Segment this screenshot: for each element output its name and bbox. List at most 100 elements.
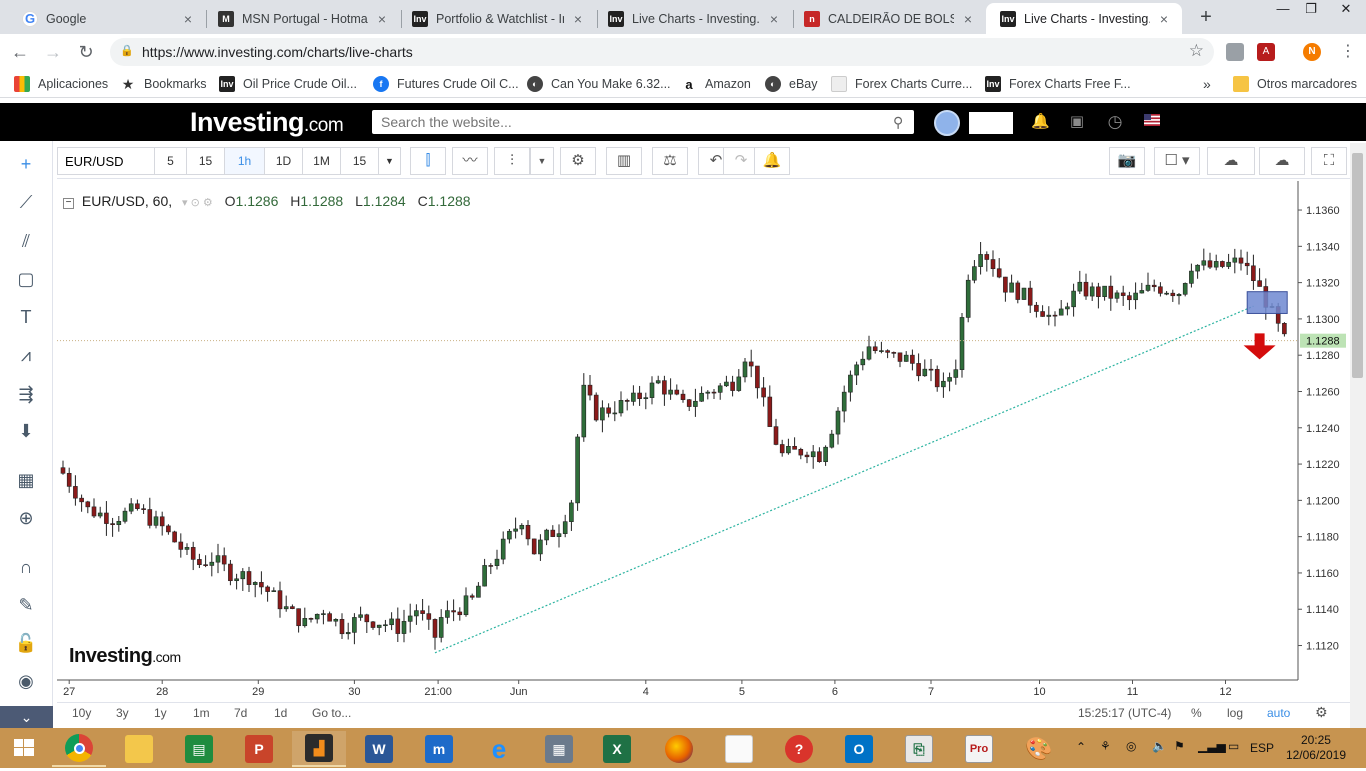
interval-1m[interactable]: 1M: [303, 147, 341, 175]
stay-in-drawing-pencil-icon[interactable]: ✎: [13, 592, 39, 618]
cloud-save-icon[interactable]: ☁: [1259, 147, 1305, 175]
eye-visibility-icon[interactable]: ◉: [13, 668, 39, 694]
pdf-extension-icon[interactable]: A: [1257, 43, 1275, 61]
taskbar-maxthon[interactable]: m: [412, 731, 466, 767]
line-chart-type-icon[interactable]: 〰: [452, 147, 488, 175]
interval-15[interactable]: 15: [187, 147, 225, 175]
compare-scale-icon[interactable]: ⚖: [652, 147, 688, 175]
bookmark-forex-charts[interactable]: Forex Charts Curre...: [831, 75, 972, 93]
down-arrow-icon[interactable]: ⬇: [13, 418, 39, 444]
interval-5[interactable]: 5: [155, 147, 187, 175]
profile-avatar[interactable]: N: [1303, 43, 1321, 61]
pattern-icon[interactable]: ⩘: [13, 342, 39, 368]
indicators-icon[interactable]: ▥: [606, 147, 642, 175]
prediction-icon[interactable]: ⇶: [13, 381, 39, 407]
bookmark-forex-free[interactable]: Inv Forex Charts Free F...: [985, 75, 1131, 93]
zoom-in-icon[interactable]: ⊕: [13, 505, 39, 531]
close-icon[interactable]: ×: [180, 11, 196, 27]
bookmark-star-icon[interactable]: ☆: [1189, 41, 1204, 61]
fullscreen-icon[interactable]: ⛶: [1311, 147, 1347, 175]
taskbar-excel[interactable]: X: [590, 731, 644, 767]
interval-dropdown-chevron-down-icon[interactable]: ▼: [379, 147, 401, 175]
crosshair-icon[interactable]: +: [13, 151, 39, 177]
go-to-date-button[interactable]: Go to...: [312, 706, 351, 720]
battery-icon[interactable]: ▭: [1228, 739, 1239, 753]
rectangle-shape-icon[interactable]: ▢: [13, 266, 39, 292]
site-search-input[interactable]: [372, 110, 914, 134]
pitchfork-icon[interactable]: ⫽: [13, 228, 39, 254]
bookmark-oil-price[interactable]: Inv Oil Price Crude Oil...: [219, 75, 357, 93]
taskbar-internet-explorer[interactable]: e: [472, 731, 526, 767]
taskbar-pro-app[interactable]: Pro: [952, 731, 1006, 767]
bookmark-can-you-make[interactable]: ◐ Can You Make 6.32...: [527, 75, 671, 93]
scrollbar-thumb[interactable]: [1352, 153, 1363, 378]
taskbar-firefox[interactable]: [652, 731, 706, 767]
log-scale-toggle[interactable]: log: [1227, 706, 1243, 720]
magnet-icon[interactable]: ∩: [13, 554, 39, 580]
investing-logo[interactable]: Investing.com: [190, 107, 344, 138]
bookmark-apps[interactable]: Aplicaciones: [14, 75, 108, 93]
range-10y[interactable]: 10y: [72, 706, 91, 720]
candles-chart-type-icon[interactable]: ⫿: [410, 147, 446, 175]
lock-icon[interactable]: 🔓: [13, 630, 39, 656]
minimize-button[interactable]: —: [1268, 0, 1298, 20]
interval-1h[interactable]: 1h: [225, 147, 265, 175]
close-icon[interactable]: ×: [960, 11, 976, 27]
new-tab-button[interactable]: +: [1194, 6, 1218, 30]
close-icon[interactable]: ×: [1156, 11, 1172, 27]
network-globe-icon[interactable]: ◎: [1126, 739, 1136, 753]
taskbar-paint[interactable]: 🎨: [1012, 731, 1066, 767]
tab-google[interactable]: G Google ×: [8, 3, 206, 34]
user-avatar[interactable]: [934, 110, 960, 136]
taskbar-calculator[interactable]: ▦: [532, 731, 586, 767]
interval-1d[interactable]: 1D: [265, 147, 303, 175]
trend-line-icon[interactable]: ⟋: [13, 189, 39, 215]
layout-select-chevron-down-icon[interactable]: ☐ ▾: [1154, 147, 1200, 175]
bookmark-bookmarks[interactable]: ★ Bookmarks: [120, 75, 207, 93]
address-bar[interactable]: 🔒 https://www.investing.com/charts/live-…: [110, 38, 1214, 66]
keyboard-language[interactable]: ESP: [1250, 741, 1274, 755]
tab-live-charts-active[interactable]: Inv Live Charts - Investing.co ×: [986, 3, 1182, 34]
clock-icon[interactable]: ◷: [1106, 113, 1124, 131]
cloud-load-icon[interactable]: ☁: [1207, 147, 1255, 175]
restore-button[interactable]: ❐: [1296, 0, 1326, 20]
interval-15-extra[interactable]: 15: [341, 147, 379, 175]
back-button[interactable]: ←: [8, 40, 32, 64]
range-1m[interactable]: 1m: [193, 706, 210, 720]
signal-bars-icon[interactable]: ▁▃▅: [1198, 739, 1226, 753]
collapse-toolbar-chevron-down-icon[interactable]: ⌄: [0, 706, 53, 728]
close-icon[interactable]: ×: [766, 11, 782, 27]
legend-collapse-icon[interactable]: −: [63, 198, 74, 209]
taskbar-clock[interactable]: 20:25 12/06/2019: [1286, 733, 1346, 763]
forward-button[interactable]: →: [41, 40, 65, 64]
taskbar-chrome[interactable]: [52, 731, 106, 767]
close-icon[interactable]: ×: [374, 11, 390, 27]
close-icon[interactable]: ×: [570, 11, 586, 27]
legend-settings-icon[interactable]: ▾ ⊙ ⚙: [182, 197, 213, 209]
auto-scale-toggle[interactable]: auto: [1267, 706, 1290, 720]
chart-properties-gear-icon[interactable]: ⚙: [1315, 704, 1328, 721]
bookmark-futures-crude[interactable]: f Futures Crude Oil C...: [373, 75, 519, 93]
taskbar-app-green[interactable]: ⎘: [892, 731, 946, 767]
username-box[interactable]: [969, 112, 1013, 134]
reload-button[interactable]: ↻: [74, 40, 98, 64]
tab-caldeirao[interactable]: n CALDEIRÃO DE BOLSA - ×: [790, 3, 986, 34]
range-7d[interactable]: 7d: [234, 706, 247, 720]
price-chart[interactable]: 1.1360 1.1340 1.1320 1.1300 1.1280 1.1260 1.12…: [57, 181, 1350, 702]
symbol-input[interactable]: EUR/USD: [57, 147, 155, 175]
windows-start-button[interactable]: [0, 728, 48, 768]
icons-tool-icon[interactable]: ▦: [13, 467, 39, 493]
tab-live-charts[interactable]: Inv Live Charts - Investing.co ×: [594, 3, 792, 34]
alert-bell-icon[interactable]: 🔔: [754, 147, 790, 175]
taskbar-file-explorer[interactable]: [112, 731, 166, 767]
taskbar-store[interactable]: ▤: [172, 731, 226, 767]
bookmark-amazon[interactable]: a Amazon: [681, 75, 751, 93]
taskbar-outlook[interactable]: O: [832, 731, 886, 767]
taskbar-word[interactable]: W: [352, 731, 406, 767]
bookmarks-overflow-button[interactable]: »: [1203, 75, 1211, 93]
chart-type-chevron-down-icon[interactable]: ▼: [530, 147, 554, 175]
tray-app-icon[interactable]: ⚘: [1100, 739, 1111, 753]
settings-gear-icon[interactable]: ⚙: [560, 147, 596, 175]
tab-msn[interactable]: M MSN Portugal - Hotmail, ×: [204, 3, 400, 34]
tab-portfolio[interactable]: Inv Portfolio & Watchlist - In ×: [398, 3, 596, 34]
